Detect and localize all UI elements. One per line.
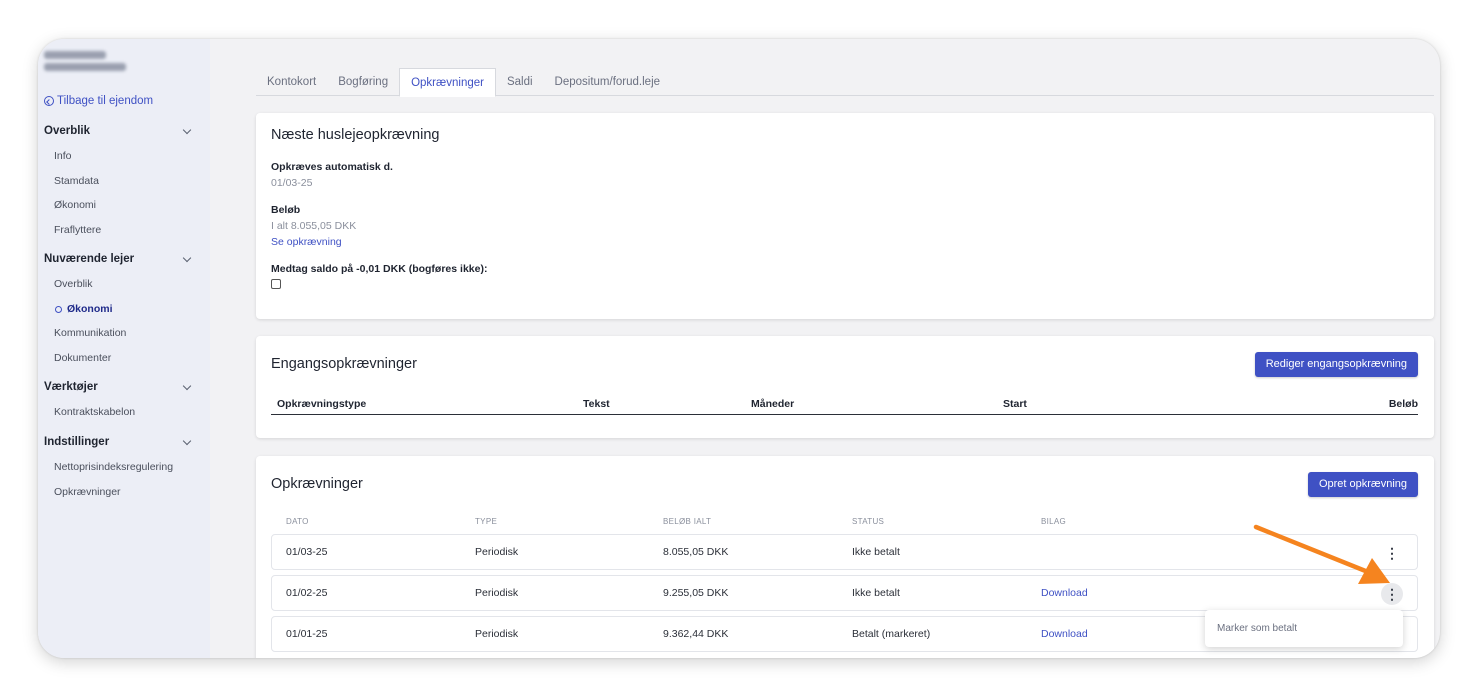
sidebar-item-tenant-overblik[interactable]: Overblik	[44, 272, 194, 297]
nav-group-tools: Værktøjer Kontraktskabelon	[44, 379, 194, 425]
charge-row: 01/03-25 Periodisk 8.055,05 DKK Ikke bet…	[271, 534, 1418, 570]
next-charge-card: Næste huslejeopkrævning Opkræves automat…	[256, 113, 1434, 319]
list-header-date: DATO	[286, 517, 309, 526]
charge-type: Periodisk	[475, 628, 519, 640]
tab-depositum[interactable]: Depositum/forud.leje	[544, 68, 671, 96]
sidebar-item-nettoprisindeks[interactable]: Nettoprisindeksregulering	[44, 455, 194, 480]
sidebar-item-info[interactable]: Info	[44, 144, 194, 169]
arrow-left-circle-icon	[44, 96, 54, 106]
charge-date: 01/01-25	[286, 628, 328, 640]
auto-charge-label: Opkræves automatisk d.	[271, 161, 393, 173]
sidebar-item-opkraevninger[interactable]: Opkrævninger	[44, 480, 194, 505]
list-header-amount: BELØB IALT	[663, 517, 712, 526]
include-balance-label: Medtag saldo på -0,01 DKK (bogføres ikke…	[271, 263, 488, 275]
col-text: Tekst	[583, 398, 610, 410]
download-link[interactable]: Download	[1041, 587, 1088, 599]
sidebar-item-stamdata[interactable]: Stamdata	[44, 169, 194, 194]
sidebar-item-fraflyttere[interactable]: Fraflyttere	[44, 218, 194, 243]
list-header-status: STATUS	[852, 517, 885, 526]
sidebar-item-kontraktskabelon[interactable]: Kontraktskabelon	[44, 400, 194, 425]
charge-type: Periodisk	[475, 587, 519, 599]
more-options-icon[interactable]: ⋮	[1381, 583, 1403, 605]
back-link-label: Tilbage til ejendom	[57, 95, 154, 107]
sidebar-item-okonomi[interactable]: Økonomi	[44, 193, 194, 218]
nav-group-overblik: Overblik Info Stamdata Økonomi Fraflytte…	[44, 123, 194, 242]
nav-group-head-overblik[interactable]: Overblik	[44, 123, 194, 139]
chevron-down-icon	[182, 381, 192, 390]
amount-value: I alt 8.055,05 DKK	[271, 220, 357, 232]
charge-amount: 8.055,05 DKK	[663, 546, 729, 558]
col-start: Start	[1003, 398, 1027, 410]
charge-amount: 9.362,44 DKK	[663, 628, 729, 640]
mark-as-paid-menu-item[interactable]: Marker som betalt	[1205, 610, 1403, 647]
main-content: Kontokort Bogføring Opkrævninger Saldi D…	[210, 39, 1440, 658]
download-link[interactable]: Download	[1041, 628, 1088, 640]
charges-title: Opkrævninger	[271, 476, 363, 492]
tab-saldi[interactable]: Saldi	[496, 68, 544, 96]
tab-opkraevninger[interactable]: Opkrævninger	[399, 68, 496, 97]
charge-date: 01/02-25	[286, 587, 328, 599]
nav-group-head-settings[interactable]: Indstillinger	[44, 434, 194, 450]
more-options-icon[interactable]: ⋮	[1381, 542, 1403, 564]
amount-label: Beløb	[271, 204, 301, 216]
charge-status: Ikke betalt	[852, 587, 900, 599]
back-to-property-link[interactable]: Tilbage til ejendom	[44, 95, 153, 107]
col-amount: Beløb	[1388, 398, 1418, 410]
one-time-charges-card: Engangsopkrævninger Rediger engangsopkræ…	[256, 336, 1434, 438]
nav-group-head-tools[interactable]: Værktøjer	[44, 379, 194, 395]
chevron-down-icon	[182, 253, 192, 262]
create-charge-button[interactable]: Opret opkrævning	[1307, 472, 1418, 497]
col-charge-type: Opkrævningstype	[277, 398, 367, 410]
charge-status: Betalt (markeret)	[852, 628, 931, 640]
sidebar-item-tenant-okonomi[interactable]: Økonomi	[44, 297, 194, 322]
nav-group-head-current-tenant[interactable]: Nuværende lejer	[44, 251, 194, 267]
nav-group-current-tenant: Nuværende lejer Overblik Økonomi Kommuni…	[44, 251, 194, 370]
list-header-type: TYPE	[475, 517, 498, 526]
app-window: Tilbage til ejendom Overblik Info Stamda…	[38, 39, 1440, 658]
tab-kontokort[interactable]: Kontokort	[256, 68, 327, 96]
one-time-title: Engangsopkrævninger	[271, 356, 417, 372]
chevron-down-icon	[182, 436, 192, 445]
list-header-attachment: BILAG	[1041, 517, 1067, 526]
see-charge-link[interactable]: Se opkrævning	[271, 236, 342, 248]
tab-bogforing[interactable]: Bogføring	[327, 68, 399, 96]
charge-date: 01/03-25	[286, 546, 328, 558]
one-time-table-header: Opkrævningstype Tekst Måneder Start Belø…	[271, 395, 1418, 415]
charge-type: Periodisk	[475, 546, 519, 558]
col-months: Måneder	[751, 398, 795, 410]
next-charge-title: Næste huslejeopkrævning	[271, 127, 440, 143]
charge-row: 01/02-25 Periodisk 9.255,05 DKK Ikke bet…	[271, 575, 1418, 611]
include-balance-checkbox[interactable]	[271, 279, 281, 289]
sidebar: Tilbage til ejendom Overblik Info Stamda…	[38, 39, 210, 658]
auto-charge-date: 01/03-25	[271, 177, 313, 189]
edit-one-time-button[interactable]: Rediger engangsopkrævning	[1254, 352, 1418, 377]
tab-bar: Kontokort Bogføring Opkrævninger Saldi D…	[256, 68, 1434, 97]
sidebar-item-dokumenter[interactable]: Dokumenter	[44, 346, 194, 371]
property-address-blurred	[44, 51, 134, 71]
nav-group-settings: Indstillinger Nettoprisindeksregulering …	[44, 434, 194, 504]
chevron-down-icon	[182, 125, 192, 134]
charge-status: Ikke betalt	[852, 546, 900, 558]
charge-amount: 9.255,05 DKK	[663, 587, 729, 599]
sidebar-item-kommunikation[interactable]: Kommunikation	[44, 321, 194, 346]
